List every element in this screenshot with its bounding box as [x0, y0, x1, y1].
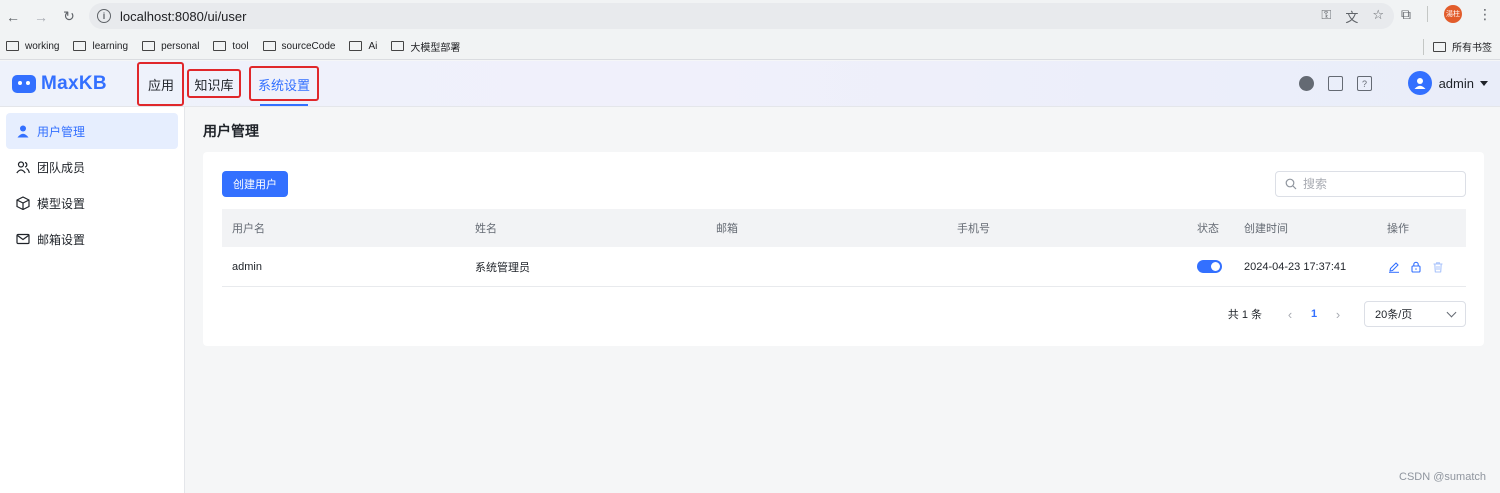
page-title: 用户管理	[203, 123, 259, 139]
profile-avatar[interactable]: 湯柱	[1444, 5, 1462, 23]
lock-icon[interactable]	[1409, 260, 1423, 274]
column-header-phone: 手机号	[957, 223, 990, 235]
star-icon[interactable]: ☆	[1372, 7, 1384, 26]
highlight-box	[249, 66, 319, 101]
back-button[interactable]: ←	[2, 6, 24, 28]
page-size-select[interactable]: 20条/页	[1364, 301, 1466, 327]
page-number[interactable]: 1	[1302, 308, 1326, 320]
folder-icon	[262, 41, 276, 51]
translate-icon[interactable]: 文	[1345, 7, 1358, 26]
bookmarks-bar: working learning personal tool sourceCod…	[0, 33, 1500, 60]
pagination: 共 1 条 ‹ 1 › 20条/页	[1228, 301, 1466, 327]
robot-logo-icon	[12, 75, 36, 93]
bookmark-folder[interactable]: personal	[142, 41, 199, 52]
chevron-down-icon	[1446, 307, 1457, 317]
cell-phone	[947, 247, 1188, 286]
sidebar-item-team-members[interactable]: 团队成员	[6, 149, 178, 185]
table-header: 用户名 姓名 邮箱 手机号 状态 创建时间 操作	[222, 209, 1466, 247]
forward-button[interactable]: →	[30, 6, 52, 28]
column-header-username: 用户名	[232, 223, 265, 235]
user-table: 用户名 姓名 邮箱 手机号 状态 创建时间 操作 admin 系统管理员 202…	[222, 209, 1466, 287]
address-bar[interactable]: i localhost:8080/ui/user ⚿ 文 ☆	[89, 3, 1394, 29]
avatar	[1407, 71, 1432, 95]
column-header-actions: 操作	[1387, 223, 1409, 235]
cell-created: 2024-04-23 17:37:41	[1244, 260, 1347, 273]
bookmark-folder[interactable]: working	[6, 41, 59, 52]
folder-icon	[349, 41, 363, 51]
team-icon	[16, 161, 30, 174]
key-icon[interactable]: ⚿	[1321, 7, 1331, 26]
delete-icon[interactable]	[1431, 260, 1445, 274]
bookmark-folder[interactable]: tool	[213, 41, 249, 52]
chevron-right-icon[interactable]: ›	[1328, 307, 1348, 322]
github-icon[interactable]	[1299, 76, 1314, 91]
search-icon	[1285, 178, 1297, 190]
folder-icon	[142, 41, 156, 51]
bookmarks-divider	[1423, 39, 1424, 55]
sidebar-item-model-settings[interactable]: 模型设置	[6, 185, 178, 221]
cell-email	[706, 247, 947, 286]
watermark: CSDN @sumatch	[1399, 471, 1486, 483]
all-bookmarks[interactable]: 所有书签	[1433, 39, 1492, 54]
user-avatar-icon	[1414, 78, 1426, 89]
search-input[interactable]	[1303, 177, 1453, 191]
user-list-card: 创建用户 用户名 姓名 邮箱 手机号 状态 创建时间 操作 admin 系统管理…	[203, 152, 1484, 346]
reload-button[interactable]: ↻	[58, 6, 80, 28]
folder-icon	[73, 41, 87, 51]
chevron-left-icon[interactable]: ‹	[1280, 307, 1300, 322]
caret-down-icon	[1480, 80, 1488, 86]
menu-icon[interactable]: ⋮	[1478, 6, 1492, 23]
column-header-created: 创建时间	[1244, 223, 1288, 235]
bookmark-folder[interactable]: sourceCode	[262, 41, 335, 52]
mail-icon	[16, 233, 30, 245]
user-icon	[17, 125, 29, 138]
column-header-status: 状态	[1197, 223, 1219, 235]
cube-icon	[16, 196, 30, 210]
bookmark-folder[interactable]: 大模型部署	[391, 39, 460, 54]
bookmark-folder[interactable]: learning	[73, 41, 128, 52]
folder-icon	[213, 41, 227, 51]
user-menu[interactable]: admin	[1407, 71, 1488, 95]
sidebar-item-mail-settings[interactable]: 邮箱设置	[6, 221, 178, 257]
sidebar-item-user-management[interactable]: 用户管理	[6, 113, 178, 149]
folder-icon	[391, 41, 405, 51]
toolbar-divider	[1427, 6, 1428, 22]
table-row: admin 系统管理员 2024-04-23 17:37:41	[222, 247, 1466, 287]
highlight-box	[137, 62, 184, 106]
cell-status	[1188, 247, 1235, 286]
cell-username: admin	[232, 260, 262, 273]
status-toggle[interactable]	[1197, 260, 1222, 273]
pagination-total: 共 1 条	[1227, 309, 1262, 321]
browser-toolbar: ← → ↻ i localhost:8080/ui/user ⚿ 文 ☆ ⧉ 湯…	[0, 0, 1500, 33]
column-header-name: 姓名	[475, 223, 497, 235]
highlight-box	[187, 69, 241, 98]
cell-name: 系统管理员	[475, 261, 530, 274]
folder-icon	[1433, 41, 1446, 52]
create-user-button[interactable]: 创建用户	[222, 171, 288, 197]
folder-icon	[6, 41, 19, 51]
edit-icon[interactable]	[1387, 260, 1401, 274]
search-input-wrapper[interactable]	[1275, 171, 1466, 197]
column-header-email: 邮箱	[716, 223, 738, 235]
cell-actions	[1378, 247, 1466, 286]
bookmark-folder[interactable]: Ai	[349, 41, 377, 52]
help-icon[interactable]: ?	[1357, 76, 1372, 91]
logo[interactable]: MaxKB	[12, 73, 107, 95]
sidebar: 用户管理 团队成员 模型设置 邮箱设置	[0, 107, 185, 493]
site-info-icon[interactable]: i	[97, 9, 111, 23]
app-header: MaxKB 应用 知识库 系统设置 ? admin	[0, 61, 1500, 107]
address-url[interactable]: localhost:8080/ui/user	[120, 9, 246, 24]
extensions-icon[interactable]: ⧉	[1401, 6, 1411, 23]
book-icon[interactable]	[1328, 76, 1343, 91]
